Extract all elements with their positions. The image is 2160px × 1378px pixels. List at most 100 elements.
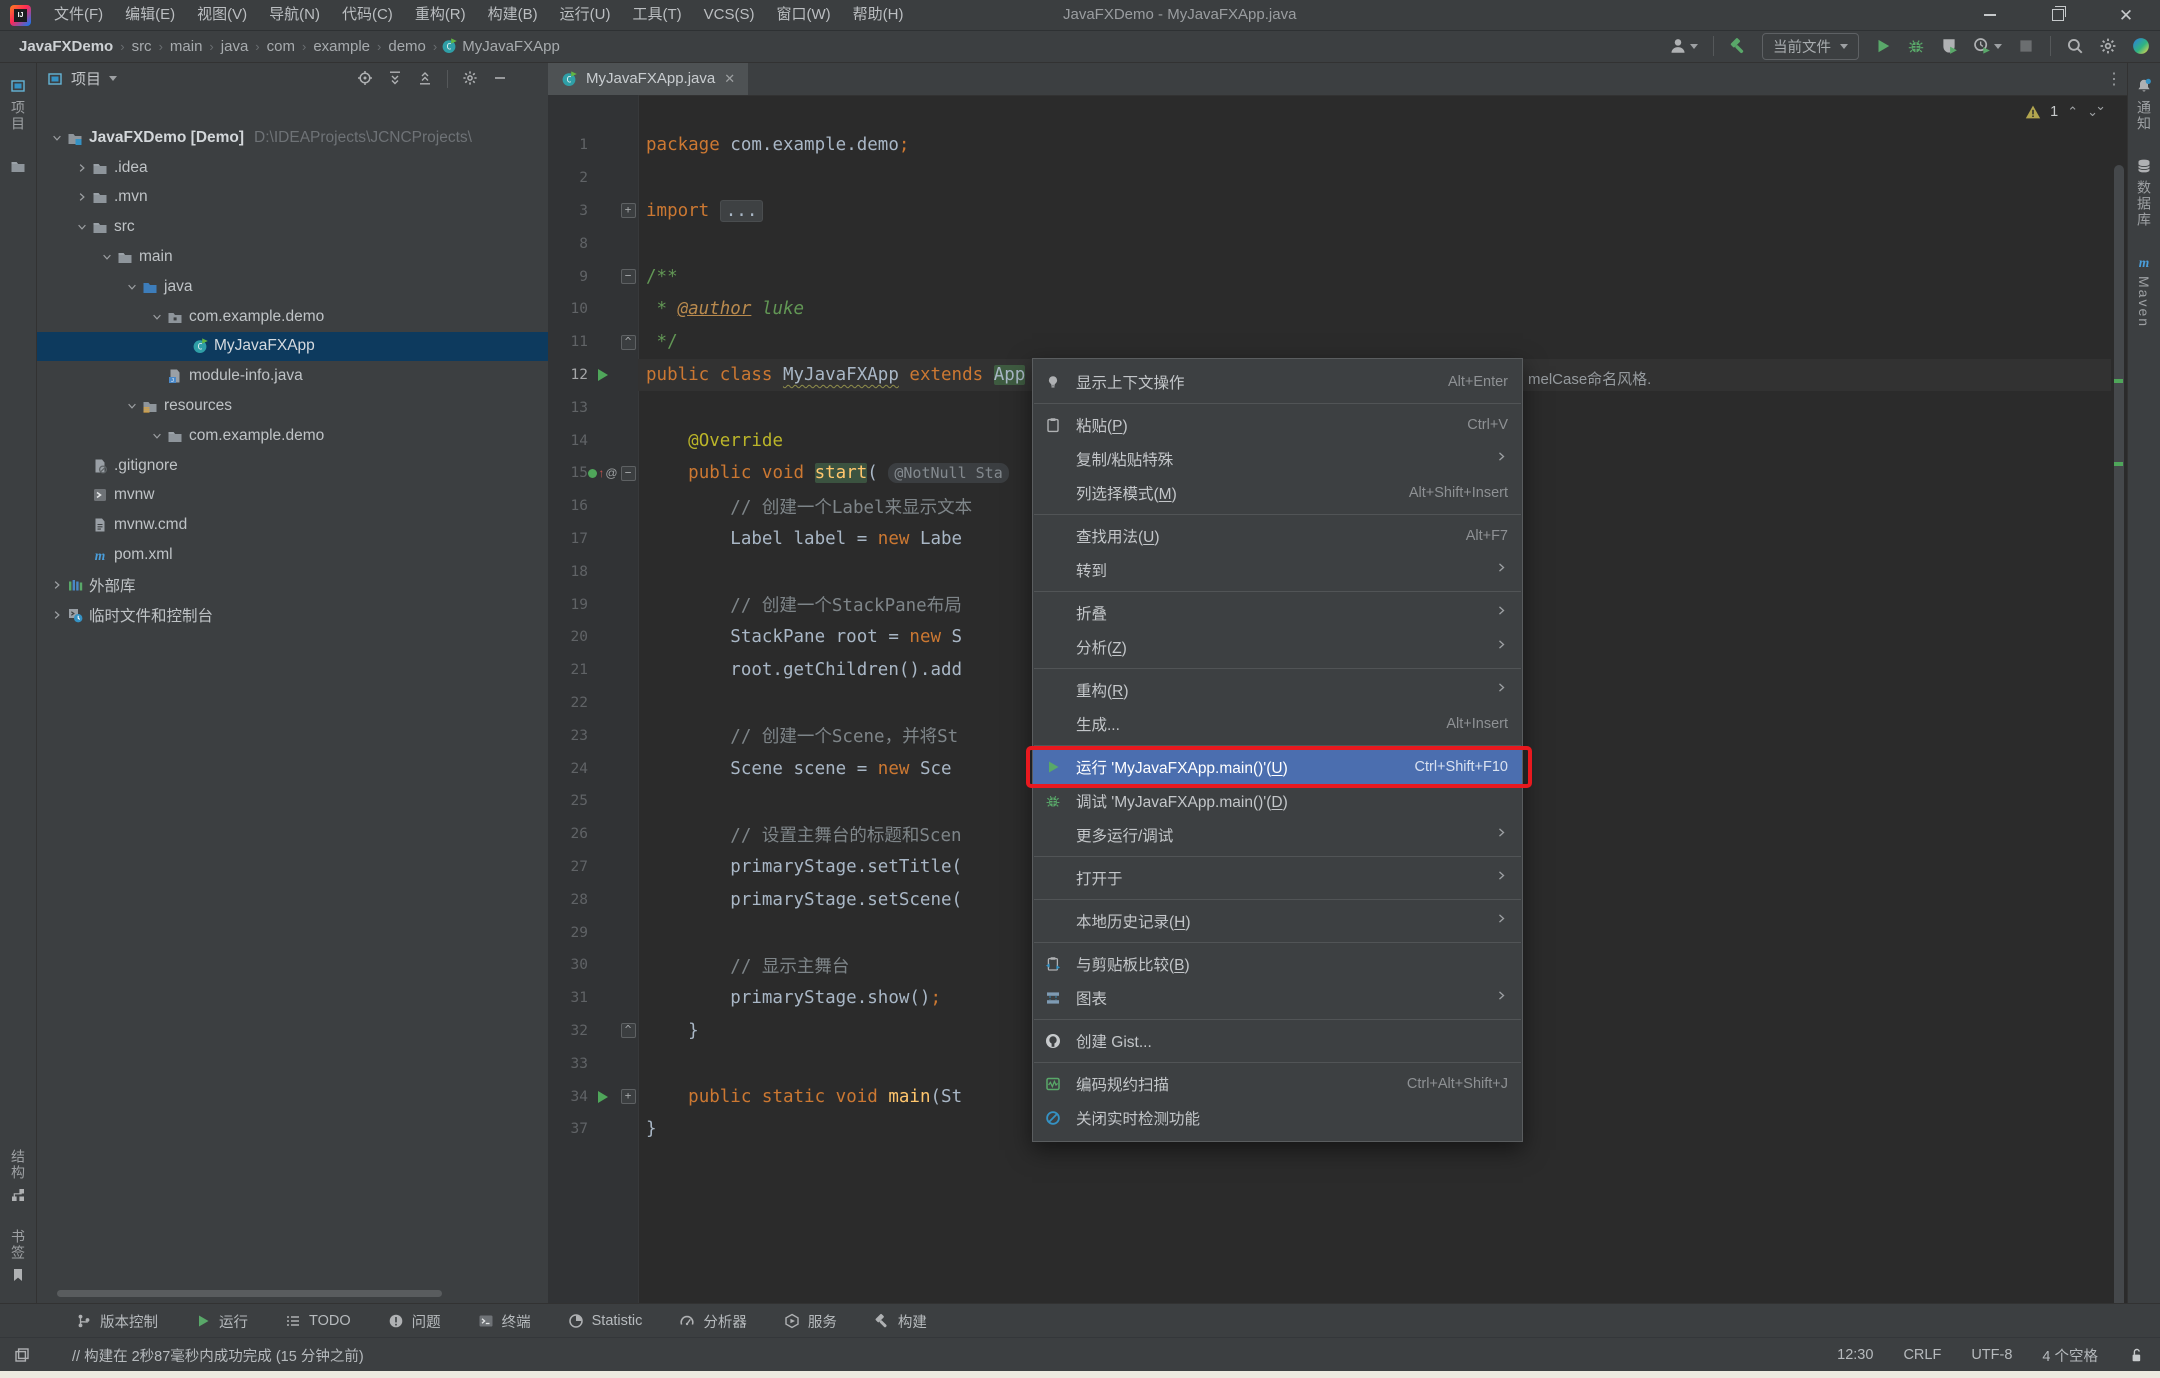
fold-minus-icon[interactable]: − — [621, 466, 636, 481]
toolwindow-button-TODO[interactable]: TODO — [285, 1313, 351, 1329]
toolwindow-button-问题[interactable]: 问题 — [388, 1311, 441, 1332]
breadcrumb-item[interactable]: JavaFXDemo — [16, 38, 116, 55]
run-arrow-icon[interactable] — [598, 1091, 608, 1103]
run-config-select[interactable]: 当前文件 — [1762, 33, 1859, 60]
coverage-button[interactable] — [1940, 37, 1958, 55]
chevron-down-icon[interactable] — [147, 309, 167, 325]
minimize-button[interactable] — [1956, 0, 2024, 30]
stripe-button-结构[interactable]: 结构 — [8, 1143, 28, 1209]
scrollbar-thumb[interactable] — [2114, 165, 2124, 1320]
context-menu-item[interactable]: 折叠 — [1033, 596, 1522, 630]
context-menu-item[interactable]: 粘贴(P)Ctrl+V — [1033, 408, 1522, 442]
context-menu-item[interactable]: 生成...Alt+Insert — [1033, 707, 1522, 741]
editor-scrollbar[interactable] — [2112, 95, 2126, 1303]
context-menu-item[interactable]: 列选择模式(M)Alt+Shift+Insert — [1033, 476, 1522, 510]
tree-item-.gitignore[interactable]: .gitignore — [37, 451, 548, 481]
chevron-down-icon[interactable] — [109, 76, 117, 81]
tab-myjavafxapp[interactable]: C MyJavaFXApp.java ✕ — [548, 62, 748, 95]
menu-N[interactable]: 导航(N) — [258, 6, 331, 23]
tree-item-外部库[interactable]: 外部库 — [37, 570, 548, 600]
minus-button[interactable] — [492, 70, 508, 88]
fold-end-icon[interactable]: ^ — [621, 1023, 636, 1038]
hide-icon[interactable]: ⌄ — [2095, 98, 2106, 114]
menu-R[interactable]: 重构(R) — [404, 6, 477, 23]
fold-plus-icon[interactable]: + — [621, 203, 636, 218]
chevron-right-icon[interactable] — [72, 160, 92, 176]
context-menu-item[interactable]: 重构(R) — [1033, 673, 1522, 707]
tree-item-mvnw[interactable]: mvnw — [37, 481, 548, 511]
stripe-button-数据库[interactable]: 数据库 — [2134, 152, 2154, 234]
profiler-button[interactable] — [1973, 37, 2002, 55]
stripe-button-项目[interactable]: 项目 — [8, 72, 28, 138]
run-button[interactable] — [1874, 37, 1892, 55]
breadcrumb-item[interactable]: com — [264, 38, 298, 55]
context-menu-item[interactable]: 调试 'MyJavaFXApp.main()'(D) — [1033, 784, 1522, 818]
tree-item-临时文件和控制台[interactable]: 临时文件和控制台 — [37, 600, 548, 630]
menu-H[interactable]: 帮助(H) — [842, 6, 915, 23]
fold-marker[interactable]: − — [618, 269, 638, 284]
breadcrumb-item[interactable]: java — [218, 38, 252, 55]
context-menu-item[interactable]: 与剪贴板比较(B) — [1033, 947, 1522, 981]
context-menu-item[interactable]: 图表 — [1033, 981, 1522, 1015]
tree-item-resources[interactable]: resources — [37, 391, 548, 421]
stripe-button-Maven[interactable]: mMaven — [2136, 248, 2152, 334]
tree-item-module-info.java[interactable]: Jmodule-info.java — [37, 361, 548, 391]
run-line-icon[interactable] — [588, 1091, 618, 1103]
status-widget-UTF8[interactable]: UTF-8 — [1971, 1347, 2012, 1363]
toolwindow-button-服务[interactable]: 服务 — [784, 1311, 837, 1332]
gradient-ball-button[interactable] — [2132, 37, 2150, 55]
status-widget-CRLF[interactable]: CRLF — [1903, 1347, 1941, 1363]
chevron-down-icon[interactable] — [47, 130, 67, 146]
collapse-all-button[interactable] — [417, 70, 433, 88]
status-widget-4[interactable]: 4 个空格 — [2042, 1345, 2098, 1366]
breadcrumb-item[interactable]: MyJavaFXApp — [459, 38, 563, 55]
stop-button[interactable] — [2017, 37, 2035, 55]
breadcrumb-item[interactable]: demo — [385, 38, 429, 55]
profile-button[interactable] — [1669, 37, 1698, 55]
menu-T[interactable]: 工具(T) — [621, 6, 692, 23]
chevron-down-icon[interactable] — [72, 219, 92, 235]
fold-plus-icon[interactable]: + — [621, 1089, 636, 1104]
menu-U[interactable]: 运行(U) — [549, 6, 622, 23]
toolwindow-button-运行[interactable]: 运行 — [195, 1311, 248, 1332]
stripe-button-书签[interactable]: 书签 — [8, 1223, 28, 1289]
chevron-down-icon[interactable] — [122, 398, 142, 414]
menu-C[interactable]: 代码(C) — [331, 6, 404, 23]
chevron-down-icon[interactable] — [147, 428, 167, 444]
menu-V[interactable]: 视图(V) — [186, 6, 258, 23]
toolwindow-button-版本控制[interactable]: 版本控制 — [76, 1311, 158, 1332]
target-button[interactable] — [357, 70, 373, 88]
stripe-button-通知[interactable]: 通知 — [2134, 72, 2154, 138]
menu-E[interactable]: 编辑(E) — [114, 6, 186, 23]
tree-item-.mvn[interactable]: .mvn — [37, 183, 548, 213]
context-menu-item[interactable]: 打开于 — [1033, 861, 1522, 895]
context-menu-item[interactable]: 查找用法(U)Alt+F7 — [1033, 519, 1522, 553]
hammer-button[interactable] — [1729, 37, 1747, 55]
tree-item-.idea[interactable]: .idea — [37, 153, 548, 183]
prev-warning-icon[interactable]: ⌃ — [2067, 104, 2078, 120]
chevron-right-icon[interactable] — [72, 189, 92, 205]
fold-end-icon[interactable]: ^ — [621, 335, 636, 350]
fold-marker[interactable]: + — [618, 203, 638, 218]
context-menu-item[interactable]: 分析(Z) — [1033, 630, 1522, 664]
tab-close-icon[interactable]: ✕ — [724, 71, 735, 87]
tree-item-mvnw.cmd[interactable]: mvnw.cmd — [37, 510, 548, 540]
tab-options-icon[interactable]: ⋮ — [2106, 62, 2122, 95]
tree-item-com.example.demo[interactable]: com.example.demo — [37, 302, 548, 332]
fold-marker[interactable]: ^ — [618, 1023, 638, 1038]
fold-marker[interactable]: ^ — [618, 335, 638, 350]
horizontal-scrollbar[interactable] — [57, 1290, 442, 1297]
tree-item-java[interactable]: java — [37, 272, 548, 302]
tree-item-MyJavaFXApp[interactable]: CMyJavaFXApp — [37, 332, 548, 362]
toolwindow-button-构建[interactable]: 构建 — [874, 1311, 927, 1332]
chevron-right-icon[interactable] — [47, 607, 67, 623]
override-marker-icon[interactable] — [588, 469, 597, 478]
chevron-down-icon[interactable] — [97, 249, 117, 265]
context-menu-item[interactable]: 创建 Gist... — [1033, 1024, 1522, 1058]
layout-icon[interactable] — [14, 1347, 30, 1363]
fold-minus-icon[interactable]: − — [621, 269, 636, 284]
toolwindow-button-分析器[interactable]: 分析器 — [679, 1311, 747, 1332]
tree-item-pom.xml[interactable]: mpom.xml — [37, 540, 548, 570]
run-line-icon[interactable] — [588, 369, 618, 381]
tree-item-src[interactable]: src — [37, 212, 548, 242]
